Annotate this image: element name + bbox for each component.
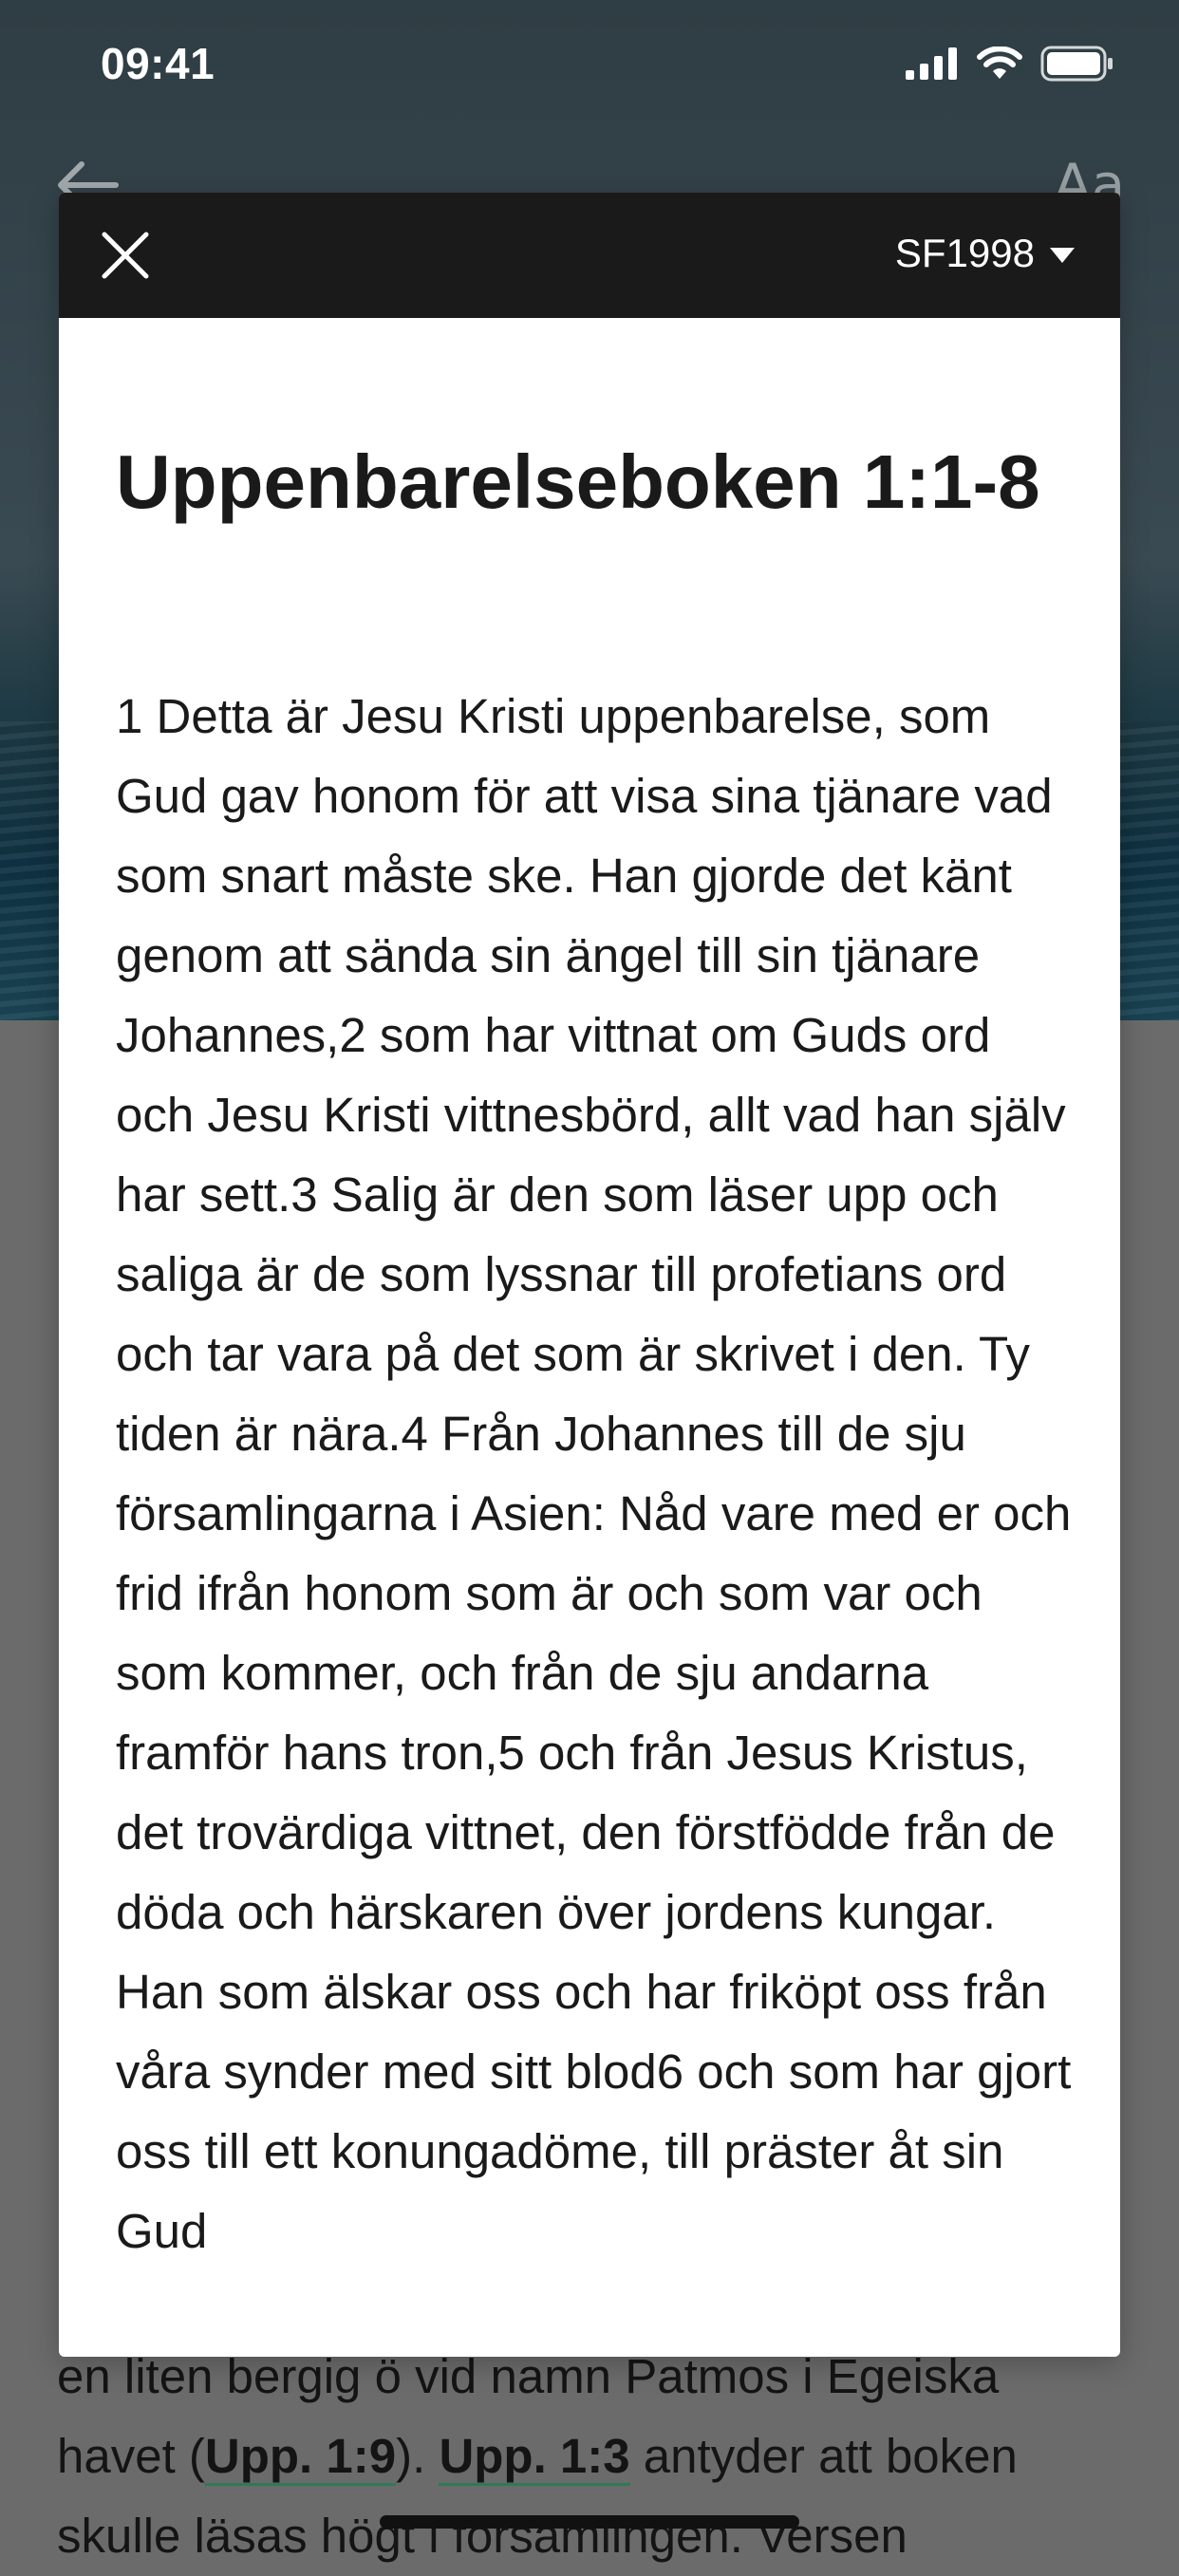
article-text: havet ( [57, 2429, 205, 2483]
wifi-icon [977, 47, 1022, 79]
home-indicator[interactable] [380, 2515, 799, 2529]
article-text: antyder att boken [629, 2429, 1018, 2483]
passage-text: 1 Detta är Jesu Kristi uppenbarelse, som… [116, 689, 1072, 2258]
verse-reference-link[interactable]: Upp. 1:3 [439, 2429, 630, 2486]
popup-header: SF1998 [59, 193, 1120, 318]
article-paragraph: en liten bergig ö vid namn Patmos i Egei… [57, 2337, 1130, 2576]
popup-body[interactable]: Uppenbarelseboken 1:1-8 1 Detta är Jesu … [59, 318, 1120, 2357]
battery-icon [1040, 46, 1113, 82]
verse-reference-link[interactable]: Upp. 1:9 [204, 2429, 397, 2486]
status-bar: 09:41 [0, 0, 1179, 125]
caret-down-icon [1050, 248, 1075, 263]
article-text: ). [396, 2429, 440, 2483]
status-icons [906, 46, 1114, 82]
bible-version-label: SF1998 [894, 231, 1035, 275]
bible-version-dropdown[interactable]: SF1998 [895, 231, 1075, 276]
verse-popup: SF1998 Uppenbarelseboken 1:1-8 1 Detta ä… [59, 193, 1120, 2357]
passage-title: Uppenbarelseboken 1:1-8 [116, 439, 1040, 524]
cellular-signal-icon [906, 47, 957, 80]
article-line: havet (Upp. 1:9). Upp. 1:3 antyder att b… [57, 2417, 1130, 2496]
close-icon[interactable] [97, 227, 154, 284]
article-line: skulle läsas högt i församlingen. Versen [57, 2509, 908, 2563]
status-time: 09:41 [101, 39, 215, 88]
